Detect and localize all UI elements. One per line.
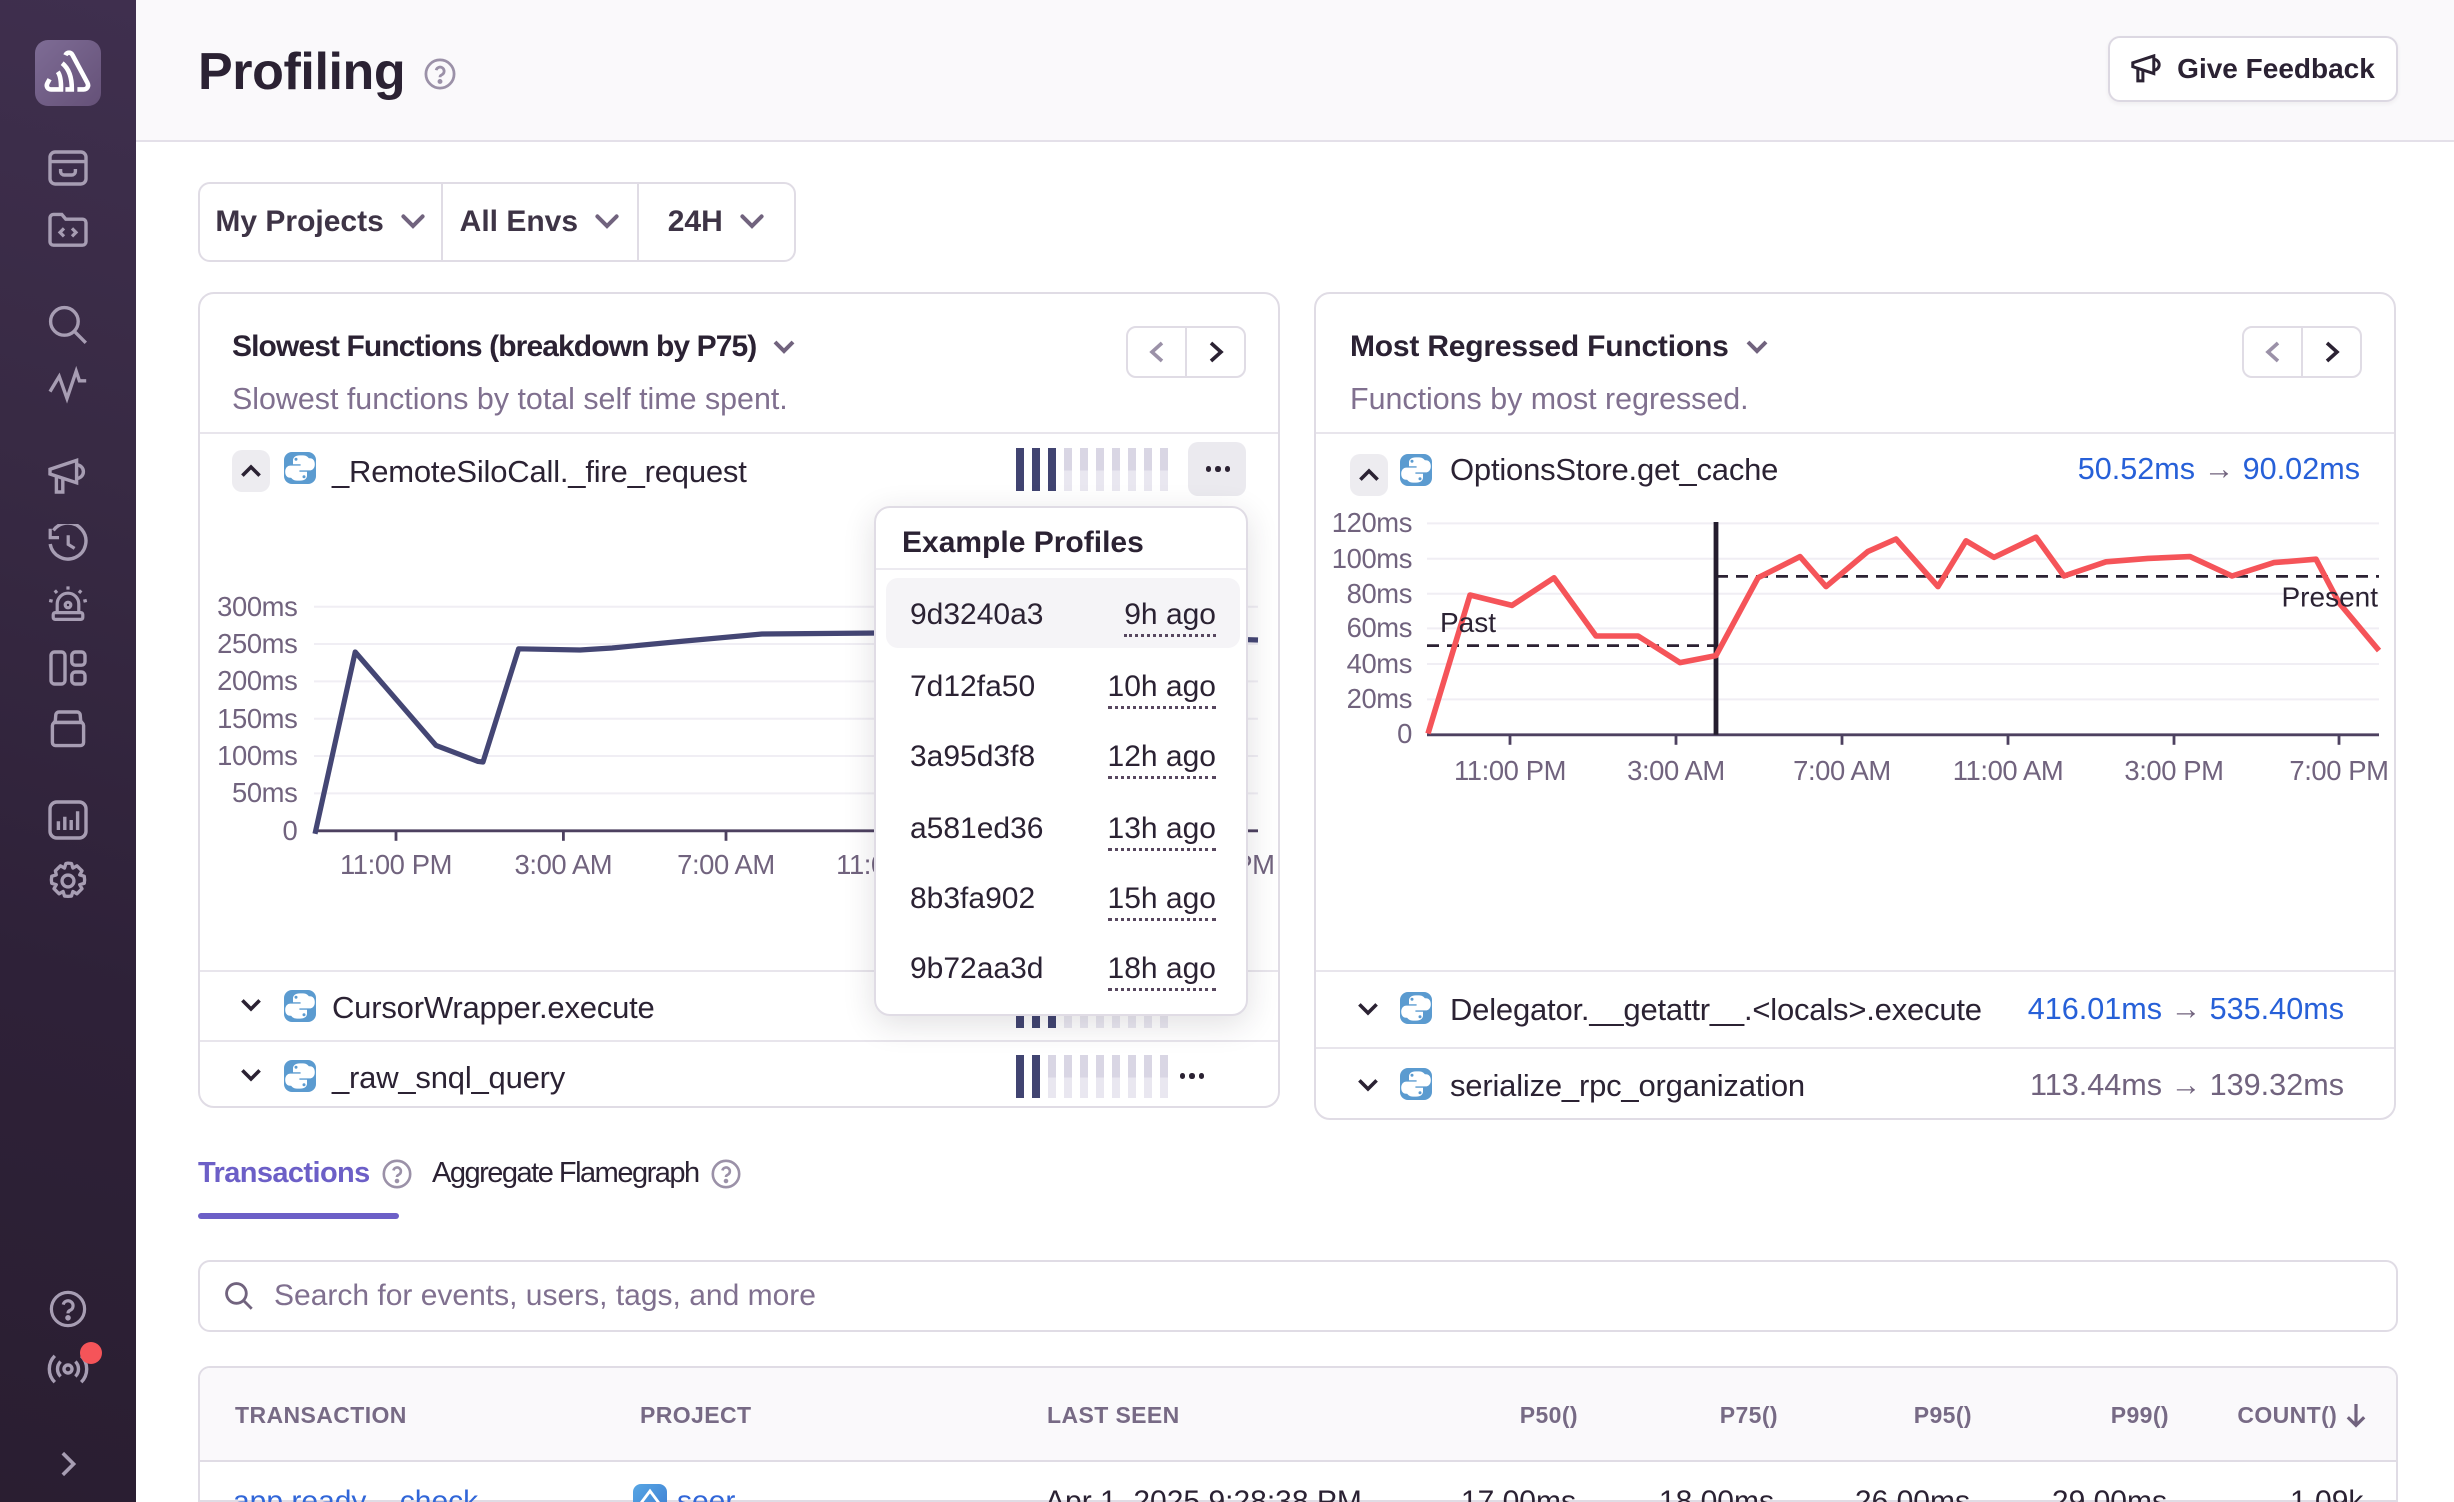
svg-text:Past: Past <box>1440 607 1496 638</box>
svg-text:Present: Present <box>2282 581 2379 612</box>
